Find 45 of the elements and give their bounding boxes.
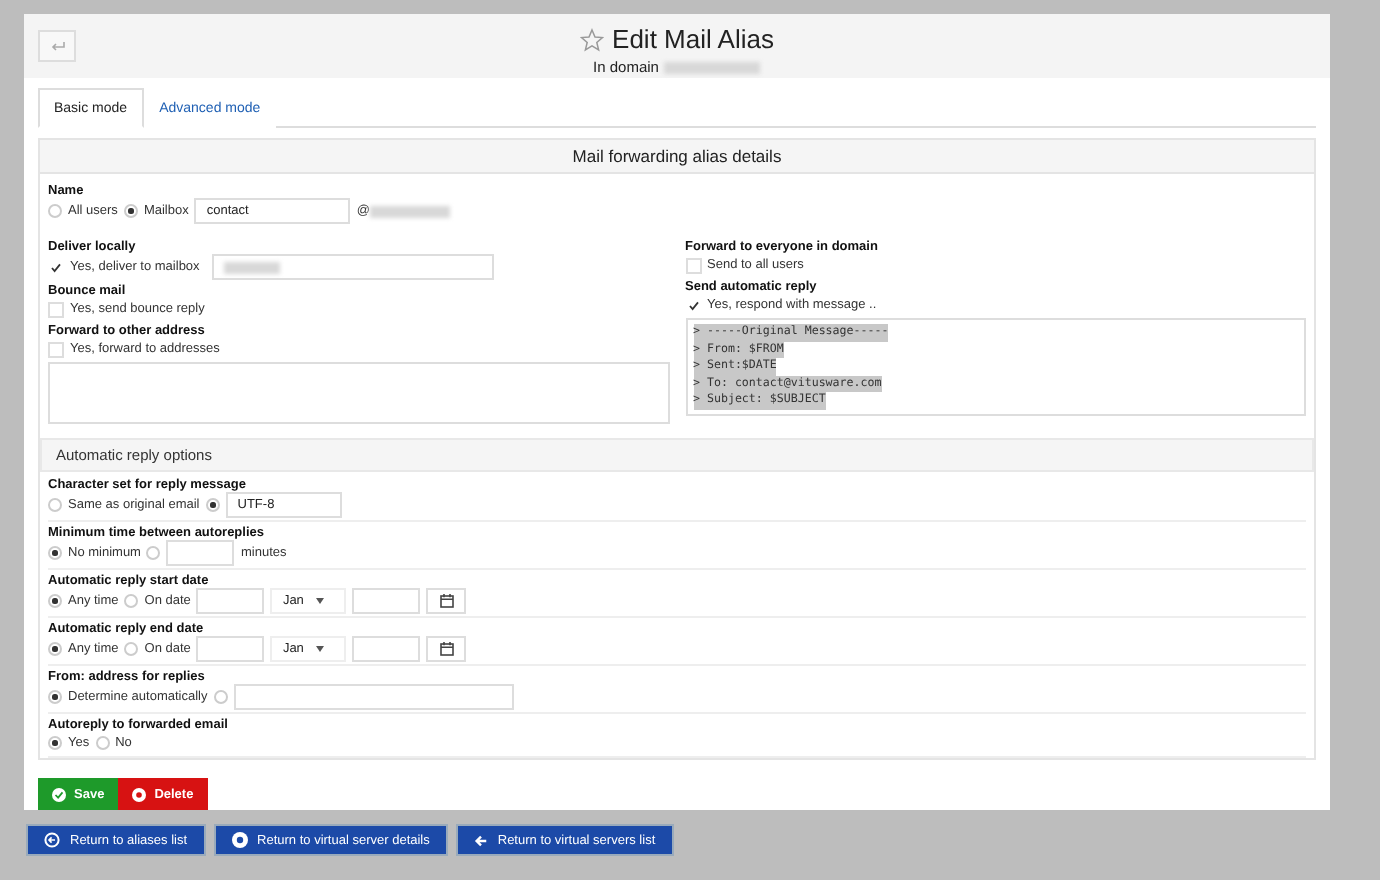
calendar-icon (439, 594, 454, 608)
addresses-textarea[interactable] (48, 362, 669, 424)
radio-button[interactable] (48, 736, 62, 750)
radio-button[interactable] (48, 546, 62, 560)
radio-button[interactable] (48, 594, 62, 608)
radio-button[interactable] (48, 690, 62, 704)
radio-button[interactable] (95, 736, 110, 750)
radio-button[interactable] (123, 204, 138, 218)
radio-button[interactable] (48, 204, 62, 218)
caret-icon (315, 646, 324, 652)
radio-button[interactable] (213, 690, 228, 704)
calendar-button[interactable] (426, 588, 467, 614)
section-title: Mail forwarding alias details (40, 140, 1314, 174)
circle-icon (231, 832, 248, 848)
checkbox[interactable] (48, 259, 64, 275)
input-field[interactable] (196, 588, 265, 614)
check-circle-icon (52, 787, 66, 801)
circle-icon (132, 787, 147, 801)
star-icon[interactable] (580, 27, 605, 51)
caret-icon (315, 598, 324, 604)
input-field[interactable] (352, 588, 421, 614)
radio-button[interactable] (205, 498, 220, 512)
back-button[interactable] (38, 30, 76, 62)
input-field[interactable] (166, 540, 235, 566)
checkmark-icon (50, 261, 62, 273)
page-title: Edit Mail Alias (612, 24, 774, 54)
radio-button[interactable] (146, 546, 161, 560)
input-field[interactable] (196, 636, 265, 662)
calendar-button[interactable] (426, 636, 467, 662)
calendar-icon (439, 642, 454, 656)
input-field[interactable] (233, 684, 514, 710)
redacted-text (664, 61, 761, 73)
radio-button[interactable] (124, 642, 139, 656)
radio-button[interactable] (124, 594, 139, 608)
redacted-text (223, 261, 280, 273)
input-field[interactable] (352, 636, 421, 662)
arrow-left-icon (473, 833, 488, 847)
checkmark-icon (687, 299, 699, 311)
redacted-text (369, 205, 450, 217)
radio-button[interactable] (48, 642, 62, 656)
return-arrow-icon (49, 41, 65, 51)
circle-arrow-icon (44, 832, 60, 848)
radio-button[interactable] (48, 498, 62, 512)
mailbox-field[interactable] (211, 254, 494, 280)
checkbox[interactable] (685, 297, 701, 313)
